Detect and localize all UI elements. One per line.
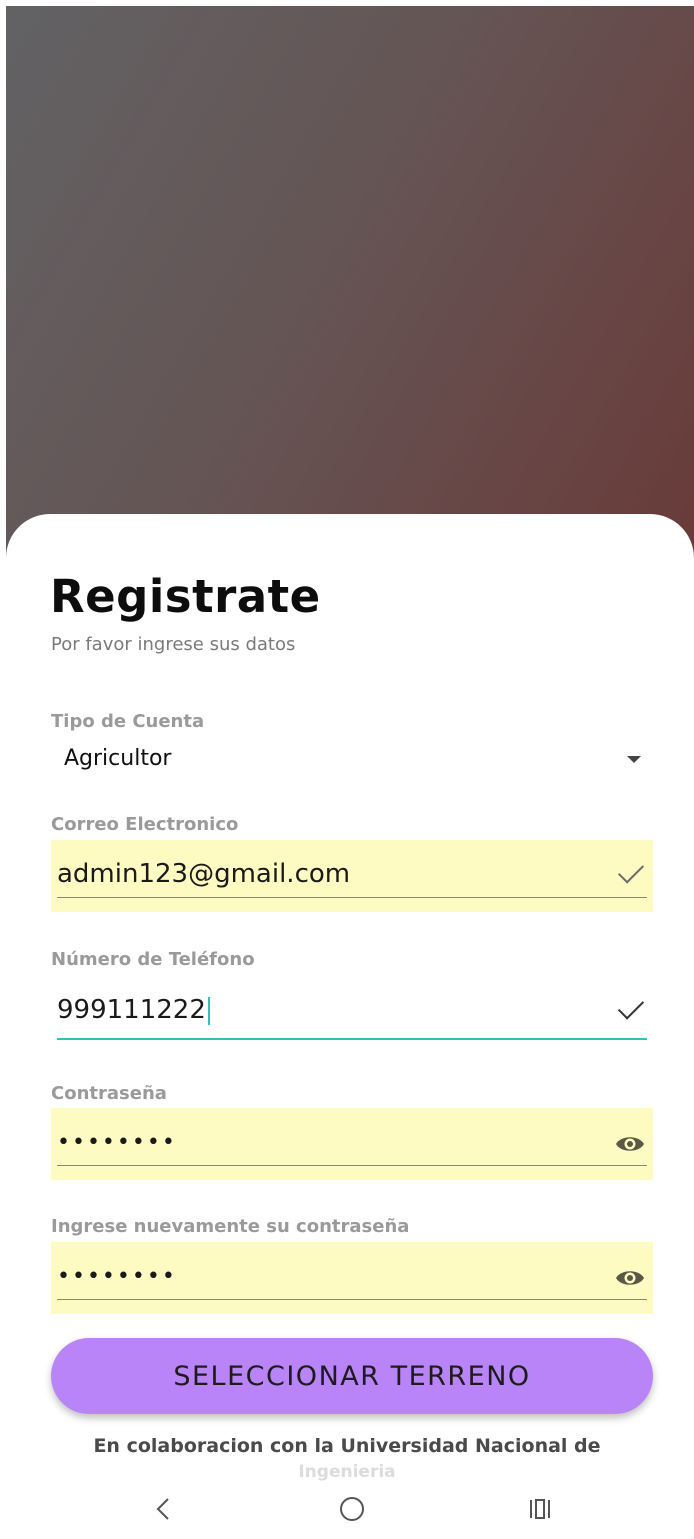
phone-label: Número de Teléfono: [51, 949, 255, 970]
account-type-label: Tipo de Cuenta: [51, 711, 205, 732]
header-background: [6, 6, 694, 586]
recent-apps-icon[interactable]: [526, 1495, 554, 1523]
page-subtitle: Por favor ingrese sus datos: [51, 634, 296, 655]
account-type-value: Agricultor: [64, 746, 172, 771]
eye-icon[interactable]: [615, 1268, 645, 1288]
password-confirm-label: Ingrese nuevamente su contraseña: [51, 1216, 410, 1237]
chevron-down-icon: [627, 756, 641, 763]
back-icon[interactable]: [150, 1495, 178, 1523]
system-nav-bar: [0, 1485, 694, 1539]
email-label: Correo Electronico: [51, 814, 239, 835]
email-value: admin123@gmail.com: [57, 859, 351, 889]
phone-value-wrap: 999111222: [57, 995, 210, 1025]
password-label: Contraseña: [51, 1083, 167, 1104]
phone-field[interactable]: 999111222: [51, 976, 653, 1048]
password-confirm-field[interactable]: ••••••••: [51, 1242, 653, 1314]
page-title: Registrate: [50, 570, 321, 623]
check-icon: [617, 993, 645, 1020]
collaboration-text-continued: Ingenieria: [298, 1462, 396, 1482]
password-value: ••••••••: [57, 1130, 177, 1155]
home-icon[interactable]: [338, 1495, 366, 1523]
eye-icon[interactable]: [615, 1134, 645, 1154]
collaboration-text: En colaboracion con la Universidad Nacio…: [93, 1435, 601, 1457]
account-type-select[interactable]: Agricultor: [51, 738, 641, 782]
email-field[interactable]: admin123@gmail.com: [51, 840, 653, 912]
password-underline: [57, 1165, 647, 1166]
email-underline: [57, 897, 647, 898]
phone-underline: [57, 1038, 647, 1040]
text-cursor: [207, 996, 210, 1025]
password-field[interactable]: ••••••••: [51, 1108, 653, 1180]
password-confirm-underline: [57, 1299, 647, 1300]
password-confirm-value: ••••••••: [57, 1264, 177, 1289]
select-terrain-button[interactable]: SELECCIONAR TERRENO: [51, 1338, 653, 1414]
phone-value: 999111222: [57, 995, 206, 1025]
check-icon: [617, 857, 645, 884]
